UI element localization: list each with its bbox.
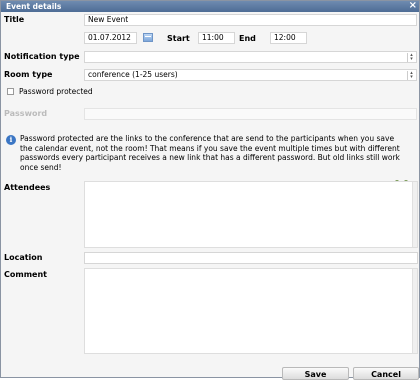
room-type-value: conference (1-25 users) [88,70,178,79]
end-label: End [239,34,256,43]
title-input-value: New Event [88,15,129,24]
password-label: Password [4,109,48,118]
start-time-input[interactable]: 11:00 [198,32,235,44]
calendar-icon[interactable] [143,33,153,42]
end-time-value: 12:00 [274,33,296,42]
attendees-list[interactable] [84,181,418,248]
password-protected-checkbox[interactable] [7,88,14,95]
select-arrow-icon: ▴ ▾ [407,71,415,80]
password-info-text: Password protected are the links to the … [20,134,400,172]
title-input[interactable]: New Event [84,14,417,26]
location-input[interactable] [84,252,418,264]
notification-type-label: Notification type [4,52,80,61]
start-label: Start [167,34,190,43]
comment-label: Comment [4,270,47,279]
password-input[interactable] [84,108,417,120]
info-icon: i [6,135,16,145]
event-details-dialog: Event details × Title New Event 01.07.20… [0,0,420,380]
cancel-button[interactable]: Cancel [353,367,419,380]
end-time-input[interactable]: 12:00 [270,32,307,44]
dialog-title: Event details [6,2,62,11]
select-arrow-icon: ▴ ▾ [407,53,415,62]
comment-scrollbar[interactable] [412,269,417,353]
attendees-label: Attendees [4,183,51,192]
date-input-value: 01.07.2012 [88,33,131,42]
password-protected-label: Password protected [19,87,93,96]
room-type-select[interactable]: conference (1-25 users) ▴ ▾ [84,69,417,81]
save-button[interactable]: Save [282,367,349,380]
event-form: Title New Event 01.07.2012 Start 11:00 E… [1,12,419,380]
room-type-label: Room type [4,70,53,79]
notification-type-select[interactable]: ▴ ▾ [84,51,417,63]
date-input[interactable]: 01.07.2012 [84,32,137,44]
close-icon[interactable]: × [409,0,417,11]
start-time-value: 11:00 [202,33,224,42]
dialog-titlebar[interactable]: Event details × [1,0,419,12]
attendees-scrollbar[interactable] [412,182,417,247]
title-label: Title [4,15,25,24]
location-label: Location [4,253,43,262]
comment-textarea[interactable] [84,268,418,354]
